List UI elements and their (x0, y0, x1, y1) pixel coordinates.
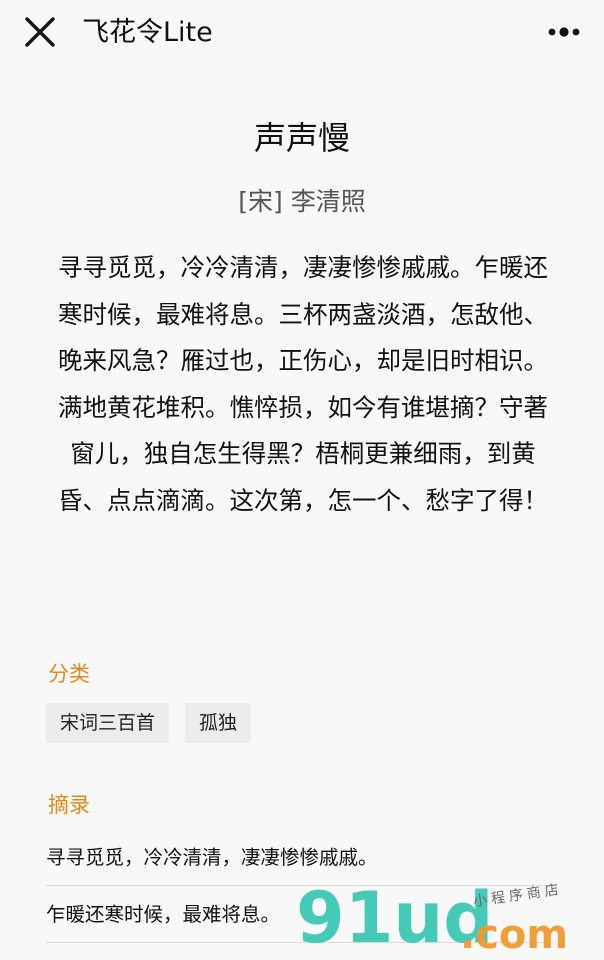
close-button[interactable] (22, 14, 58, 50)
excerpt-heading: 摘录 (48, 793, 90, 817)
excerpt-item[interactable]: 寻寻觅觅，冷冷清清，凄凄惨惨戚戚。 (46, 829, 556, 886)
excerpt-list: 寻寻觅觅，冷冷清清，凄凄惨惨戚戚。 乍暖还寒时候，最难将息。 (46, 829, 556, 943)
poem-title: 声声慢 (253, 119, 350, 157)
tag-song-ci-300[interactable]: 宋词三百首 (46, 703, 170, 743)
category-tags: 宋词三百首 孤独 (46, 703, 252, 743)
category-heading: 分类 (48, 662, 90, 686)
excerpt-item[interactable]: 乍暖还寒时候，最难将息。 (46, 886, 556, 943)
tag-loneliness[interactable]: 孤独 (185, 703, 252, 743)
more-dots-icon (548, 27, 580, 37)
navigation-bar: 飞花令Lite (0, 0, 604, 68)
poem-paragraph: 寻寻觅觅，冷冷清清，凄凄惨惨戚戚。乍暖还寒时候，最难将息。三杯两盏淡酒，怎敌他、… (58, 253, 548, 375)
poem-body: 寻寻觅觅，冷冷清清，凄凄惨惨戚戚。乍暖还寒时候，最难将息。三杯两盏淡酒，怎敌他、… (46, 245, 560, 524)
poem-paragraph: 满地黄花堆积。憔悴损，如今有谁堪摘？守著窗儿，独自怎生得黑？梧桐更兼细雨，到黄昏… (58, 392, 548, 515)
close-icon (25, 17, 55, 47)
app-title: 飞花令Lite (82, 17, 213, 48)
more-button[interactable] (544, 16, 584, 48)
poem-author: [宋] 李清照 (238, 187, 366, 216)
page: 飞花令Lite 声声慢 [宋] 李清照 寻寻觅觅，冷冷清清，凄凄惨惨戚戚。乍暖还… (0, 0, 604, 960)
